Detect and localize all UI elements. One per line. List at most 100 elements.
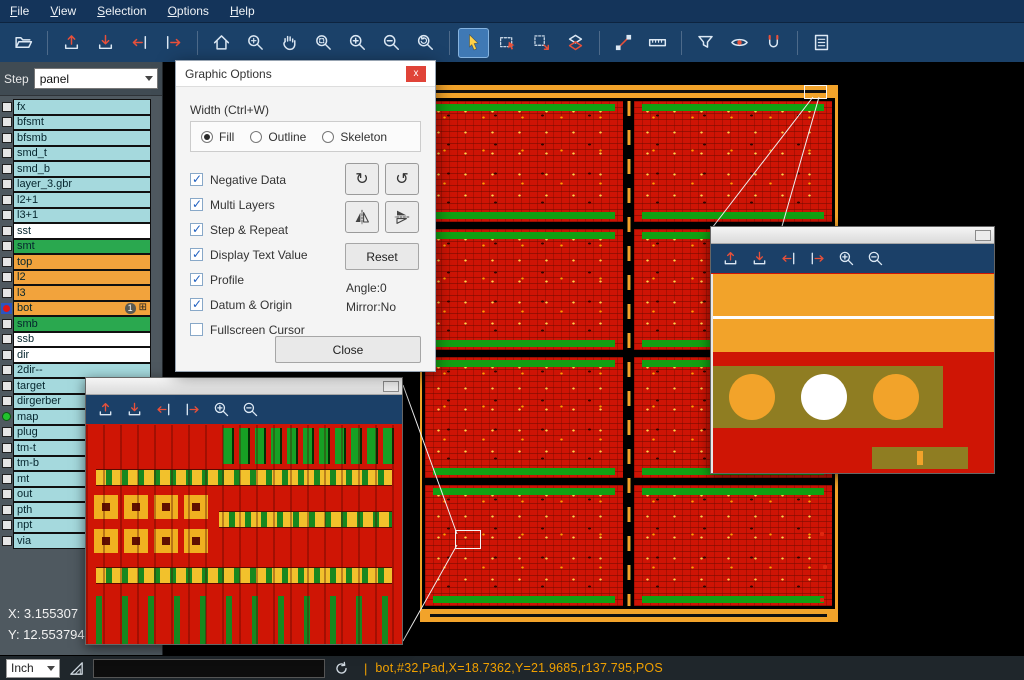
layer-checkbox[interactable] — [0, 365, 13, 375]
magwin-import-down-button[interactable] — [124, 400, 144, 420]
layer-checkbox[interactable] — [0, 520, 13, 530]
layer-checkbox[interactable] — [0, 474, 13, 484]
toolbar-open-button[interactable] — [8, 28, 39, 58]
radio-fill[interactable]: Fill — [201, 130, 234, 144]
toolbar-layers-compare-button[interactable] — [560, 28, 591, 58]
layer-row-bfsmb[interactable]: bfsmb — [0, 130, 162, 146]
layer-checkbox[interactable] — [0, 257, 13, 267]
layer-row-l2[interactable]: l2 — [0, 270, 162, 286]
layer-checkbox[interactable] — [0, 133, 13, 143]
layer-checkbox[interactable] — [0, 319, 13, 329]
layer-row-l3+1[interactable]: l3+1 — [0, 208, 162, 224]
layer-checkbox[interactable] — [0, 210, 13, 220]
toolbar-highlight-button[interactable] — [724, 28, 755, 58]
rotate-cw-button[interactable]: ↻ — [345, 163, 379, 195]
toolbar-filter-button[interactable] — [690, 28, 721, 58]
layer-row-smb[interactable]: smb — [0, 316, 162, 332]
toolbar-zoom-previous-button[interactable] — [410, 28, 441, 58]
checkbox-negative-data[interactable]: Negative Data — [190, 167, 342, 192]
magwin-import-down-button[interactable] — [749, 249, 769, 269]
toolbar-zoom-object-button[interactable] — [308, 28, 339, 58]
layer-name[interactable]: bot1⊞ — [13, 301, 151, 317]
layer-checkbox[interactable] — [0, 489, 13, 499]
layer-row-sst[interactable]: sst — [0, 223, 162, 239]
layer-checkbox[interactable] — [0, 117, 13, 127]
magnifier-titlebar[interactable] — [711, 227, 994, 244]
toolbar-export-button[interactable] — [90, 28, 121, 58]
magnifier-window-1[interactable] — [85, 377, 403, 645]
magwin-import-up-button[interactable] — [95, 400, 115, 420]
layer-checkbox[interactable] — [0, 241, 13, 251]
layer-name[interactable]: l3 — [13, 285, 151, 301]
magnifier-window-2[interactable] — [710, 226, 995, 474]
layer-name[interactable]: l2 — [13, 270, 151, 286]
layer-name[interactable]: l3+1 — [13, 208, 151, 224]
magwin-zoom-in-button[interactable] — [211, 400, 231, 420]
layer-row-layer_3.gbr[interactable]: layer_3.gbr — [0, 177, 162, 193]
layer-row-smd_t[interactable]: smd_t — [0, 146, 162, 162]
layer-checkbox[interactable] — [0, 350, 13, 360]
layer-row-dir[interactable]: dir — [0, 347, 162, 363]
toolbar-zoom-in-button[interactable] — [342, 28, 373, 58]
toolbar-report-button[interactable] — [806, 28, 837, 58]
layer-checkbox[interactable] — [0, 381, 13, 391]
toolbar-home-view-button[interactable] — [206, 28, 237, 58]
layer-checkbox[interactable] — [0, 505, 13, 515]
layer-checkbox[interactable] — [0, 536, 13, 546]
toolbar-move-right-button[interactable] — [158, 28, 189, 58]
layer-row-top[interactable]: top — [0, 254, 162, 270]
magwin-arrow-left-tray-button[interactable] — [153, 400, 173, 420]
layer-name[interactable]: dir — [13, 347, 151, 363]
close-icon[interactable]: x — [406, 66, 426, 82]
layer-name[interactable]: bfsmt — [13, 115, 151, 131]
layer-name[interactable]: smd_b — [13, 161, 151, 177]
toolbar-select-button[interactable] — [458, 28, 489, 58]
magwin-zoom-out-button[interactable] — [865, 249, 885, 269]
close-dialog-button[interactable]: Close — [275, 336, 421, 363]
layer-name[interactable]: smt — [13, 239, 151, 255]
refresh-icon[interactable] — [333, 660, 350, 677]
toolbar-measure-button[interactable] — [608, 28, 639, 58]
layer-row-ssb[interactable]: ssb — [0, 332, 162, 348]
layer-name[interactable]: bfsmb — [13, 130, 151, 146]
layer-name[interactable]: l2+1 — [13, 192, 151, 208]
menu-item-options[interactable]: Options — [168, 4, 209, 18]
layer-checkbox[interactable] — [0, 427, 13, 437]
magwin-arrow-right-tray-button[interactable] — [182, 400, 202, 420]
toolbar-select-window-button[interactable] — [492, 28, 523, 58]
step-combo[interactable]: panel — [34, 68, 158, 89]
layer-checkbox[interactable] — [0, 102, 13, 112]
radio-outline[interactable]: Outline — [250, 130, 306, 144]
layer-row-bot[interactable]: bot1⊞ — [0, 301, 162, 317]
toolbar-move-left-button[interactable] — [124, 28, 155, 58]
magwin-import-up-button[interactable] — [720, 249, 740, 269]
toolbar-snap-button[interactable] — [758, 28, 789, 58]
layer-row-bfsmt[interactable]: bfsmt — [0, 115, 162, 131]
magwin-zoom-out-button[interactable] — [240, 400, 260, 420]
magwin-arrow-left-tray-button[interactable] — [778, 249, 798, 269]
toolbar-zoom-out-button[interactable] — [376, 28, 407, 58]
layer-name[interactable]: smb — [13, 316, 151, 332]
checkbox-profile[interactable]: Profile — [190, 267, 342, 292]
layer-name[interactable]: smd_t — [13, 146, 151, 162]
layer-checkbox[interactable] — [0, 288, 13, 298]
layer-row-smd_b[interactable]: smd_b — [0, 161, 162, 177]
layer-name[interactable]: top — [13, 254, 151, 270]
menu-item-help[interactable]: Help — [230, 4, 255, 18]
layer-checkbox[interactable] — [0, 226, 13, 236]
layer-on-marker[interactable] — [0, 412, 13, 421]
layer-name[interactable]: ssb — [13, 332, 151, 348]
magwin-arrow-right-tray-button[interactable] — [807, 249, 827, 269]
checkbox-step-repeat[interactable]: Step & Repeat — [190, 217, 342, 242]
layer-checkbox[interactable] — [0, 334, 13, 344]
window-control-button[interactable] — [383, 381, 399, 392]
layer-row-l3[interactable]: l3 — [0, 285, 162, 301]
rotate-ccw-button[interactable]: ↺ — [385, 163, 419, 195]
layer-name[interactable]: layer_3.gbr — [13, 177, 151, 193]
layer-checkbox[interactable] — [0, 164, 13, 174]
radio-skeleton[interactable]: Skeleton — [322, 130, 387, 144]
menu-item-selection[interactable]: Selection — [97, 4, 146, 18]
magwin-zoom-in-button[interactable] — [836, 249, 856, 269]
layer-checkbox[interactable] — [0, 179, 13, 189]
checkbox-multi-layers[interactable]: Multi Layers — [190, 192, 342, 217]
